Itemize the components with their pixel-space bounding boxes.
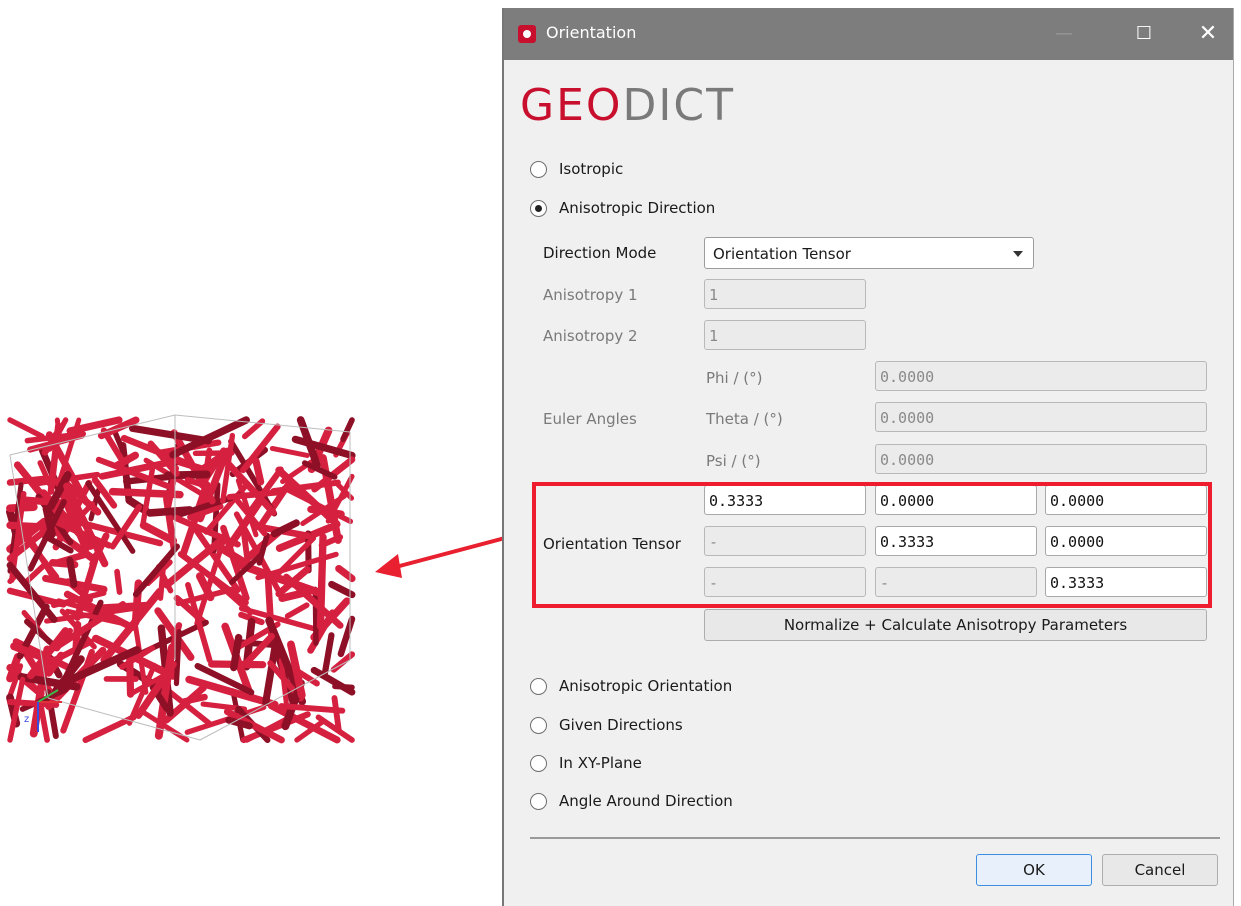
theta-field[interactable]: 0.0000 xyxy=(875,402,1207,432)
radio-button[interactable] xyxy=(530,792,547,810)
fiber-strand xyxy=(284,602,310,619)
radio-anisotropic-direction[interactable]: Anisotropic Direction xyxy=(530,196,715,220)
fiber-strand xyxy=(146,506,194,517)
orientation-dialog: Orientation — ☐ ✕ GEODICT Isotropic Anis… xyxy=(502,8,1234,906)
fiber-strand xyxy=(321,632,335,677)
geodict-app-icon xyxy=(518,25,536,43)
radio-in-xy-plane-label: In XY-Plane xyxy=(559,754,642,772)
fiber-strand xyxy=(328,580,356,599)
radio-anisotropic-orientation-label: Anisotropic Orientation xyxy=(559,677,733,695)
radio-isotropic-label: Isotropic xyxy=(559,160,624,178)
tensor-highlight-box xyxy=(532,482,1212,608)
footer-separator xyxy=(530,837,1220,839)
radio-anisotropic-direction-label: Anisotropic Direction xyxy=(559,199,716,217)
cancel-button[interactable]: Cancel xyxy=(1102,854,1218,886)
fiber-strand xyxy=(332,683,355,691)
direction-mode-value: Orientation Tensor xyxy=(713,245,851,263)
fiber-strand xyxy=(66,556,78,589)
radio-button[interactable] xyxy=(530,160,547,178)
fiber-strand xyxy=(181,693,208,705)
anisotropy-2-field[interactable]: 1 xyxy=(704,320,866,350)
direction-mode-label: Direction Mode xyxy=(543,244,657,262)
fiber-strand xyxy=(316,533,327,630)
fiber-strand xyxy=(173,629,182,687)
theta-label: Theta / (°) xyxy=(706,410,783,428)
fiber-strand xyxy=(7,417,45,440)
fiber-strand xyxy=(312,586,319,646)
radio-button[interactable] xyxy=(530,677,547,695)
radio-anisotropic-orientation[interactable]: Anisotropic Orientation xyxy=(530,674,732,698)
minimize-icon[interactable]: — xyxy=(1044,18,1084,50)
fiber-strand xyxy=(230,633,243,672)
radio-isotropic[interactable]: Isotropic xyxy=(530,157,623,181)
xyz-axes-icon: z xyxy=(24,689,62,732)
fiber-strand xyxy=(252,457,265,486)
maximize-icon[interactable]: ☐ xyxy=(1124,18,1164,50)
radio-given-directions-label: Given Directions xyxy=(559,716,683,734)
psi-field[interactable]: 0.0000 xyxy=(875,444,1207,474)
geodict-logo: GEODICT xyxy=(520,80,735,131)
fiber-strand xyxy=(82,714,137,744)
svg-text:z: z xyxy=(24,714,29,725)
radio-angle-around-direction-label: Angle Around Direction xyxy=(559,792,733,810)
chevron-down-icon xyxy=(1013,251,1023,257)
title-bar: Orientation — ☐ ✕ xyxy=(504,8,1233,60)
radio-button[interactable] xyxy=(530,716,547,734)
direction-mode-dropdown[interactable]: Orientation Tensor xyxy=(704,237,1034,269)
psi-label: Psi / (°) xyxy=(706,452,761,470)
window-title: Orientation xyxy=(546,23,637,42)
anisotropy-2-label: Anisotropy 2 xyxy=(543,327,638,345)
fiber-strand xyxy=(269,445,310,458)
ok-button[interactable]: OK xyxy=(976,854,1092,886)
phi-field[interactable]: 0.0000 xyxy=(875,361,1207,391)
radio-button-checked[interactable] xyxy=(530,199,547,217)
euler-angles-label: Euler Angles xyxy=(543,410,637,428)
radio-given-directions[interactable]: Given Directions xyxy=(530,713,683,737)
anisotropy-1-field[interactable]: 1 xyxy=(704,279,866,309)
close-icon[interactable]: ✕ xyxy=(1188,18,1228,50)
radio-in-xy-plane[interactable]: In XY-Plane xyxy=(530,751,642,775)
fiber-strand xyxy=(128,424,212,445)
radio-angle-around-direction[interactable]: Angle Around Direction xyxy=(530,789,733,813)
anisotropy-1-label: Anisotropy 1 xyxy=(543,286,638,304)
phi-label: Phi / (°) xyxy=(706,369,763,387)
radio-button[interactable] xyxy=(530,754,547,772)
normalize-button[interactable]: Normalize + Calculate Anisotropy Paramet… xyxy=(704,609,1207,641)
fiber-strand xyxy=(114,568,123,595)
